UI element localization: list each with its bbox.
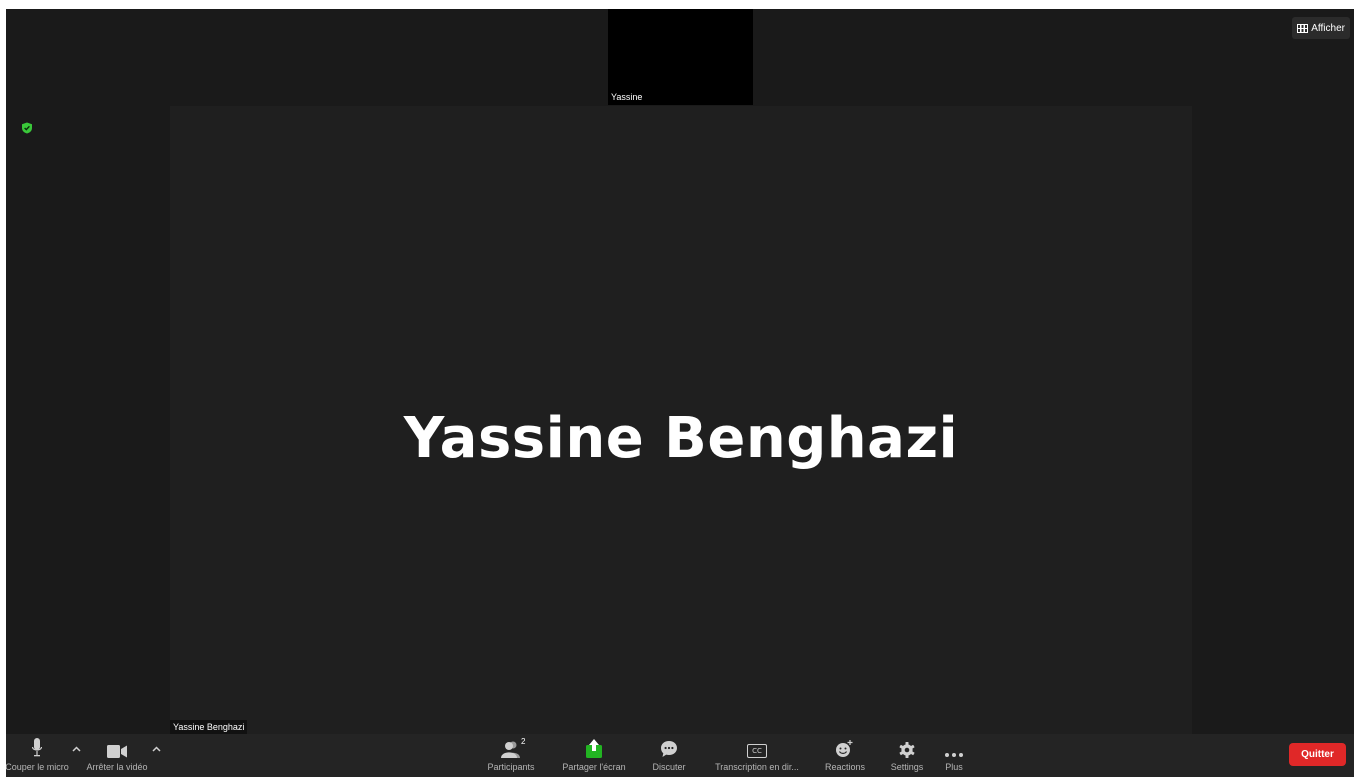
video-camera-icon	[107, 745, 127, 758]
share-screen-button[interactable]: Partager l'écran	[556, 734, 632, 777]
reactions-button[interactable]: Reactions	[820, 734, 870, 777]
chat-button[interactable]: Discuter	[644, 734, 694, 777]
active-speaker-video: Yassine Benghazi Yassine Benghazi	[170, 106, 1192, 734]
strip-participant-name: Yassine	[611, 92, 643, 102]
participants-button[interactable]: 2 Participants	[482, 734, 540, 777]
more-dots-icon	[945, 753, 963, 757]
mute-button[interactable]: Couper le micro	[6, 734, 76, 777]
quit-button[interactable]: Quitter	[1289, 743, 1346, 766]
shield-check-icon[interactable]	[21, 122, 33, 134]
more-button[interactable]: Plus	[934, 734, 974, 777]
reactions-button-label: Reactions	[824, 762, 866, 772]
meeting-toolbar: Couper le micro Arrêter la vidéo 2 Parti…	[6, 734, 1354, 777]
closed-captions-icon: CC	[747, 744, 767, 758]
view-button-label: Afficher	[1311, 22, 1345, 34]
live-transcription-button-label: Transcription en dir...	[715, 762, 799, 772]
view-button[interactable]: Afficher	[1292, 17, 1350, 39]
gear-icon	[899, 742, 915, 758]
view-grid-icon	[1297, 23, 1309, 33]
share-screen-icon	[586, 739, 602, 758]
stop-video-button[interactable]: Arrêter la vidéo	[84, 734, 150, 777]
chevron-up-icon	[71, 746, 81, 752]
chevron-up-icon	[151, 746, 161, 752]
smiley-add-icon	[836, 740, 853, 757]
mute-button-label: Couper le micro	[6, 762, 69, 772]
chat-bubble-icon	[661, 741, 677, 757]
live-transcription-button[interactable]: CC Transcription en dir...	[706, 734, 808, 777]
participants-icon	[501, 741, 520, 758]
active-speaker-display-name: Yassine Benghazi	[403, 406, 959, 471]
participants-count-badge: 2	[521, 737, 526, 746]
more-button-label: Plus	[945, 762, 963, 772]
stop-video-button-label: Arrêter la vidéo	[86, 762, 148, 772]
active-speaker-name-tag: Yassine Benghazi	[170, 720, 248, 734]
audio-options-caret[interactable]	[70, 744, 82, 754]
share-screen-button-label: Partager l'écran	[562, 762, 626, 772]
microphone-icon	[32, 738, 42, 757]
chat-button-label: Discuter	[652, 762, 686, 772]
meeting-window: Yassine Afficher Yassine Benghazi Yassin…	[6, 9, 1354, 777]
video-options-caret[interactable]	[150, 744, 162, 754]
gallery-strip-tile[interactable]: Yassine	[608, 9, 753, 105]
participants-button-label: Participants	[487, 762, 535, 772]
settings-button[interactable]: Settings	[882, 734, 932, 777]
settings-button-label: Settings	[890, 762, 924, 772]
